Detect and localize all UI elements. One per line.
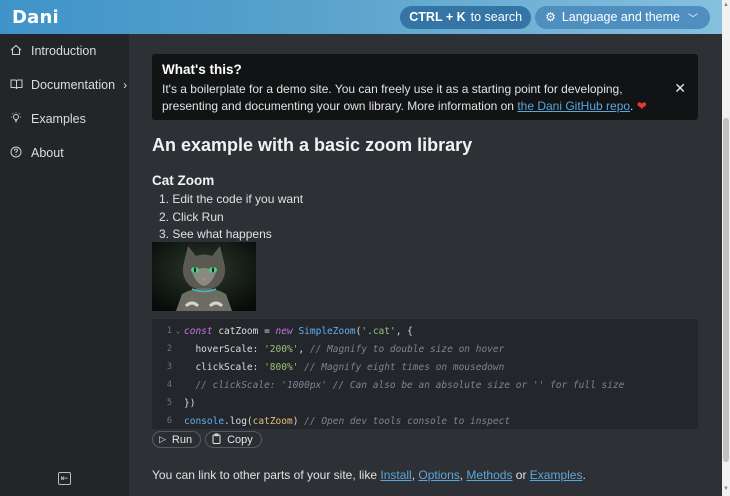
book-icon [9, 78, 23, 93]
sidebar-item-introduction[interactable]: Introduction [0, 34, 129, 68]
section-heading: Cat Zoom [152, 173, 215, 188]
chevron-down-icon: ﹀ [688, 13, 698, 25]
gear-icon: ⚙ [545, 10, 556, 24]
code-line[interactable]: 3 clickScale: '800%' // Magnify eight ti… [152, 358, 698, 376]
sidebar-item-label: About [31, 146, 64, 160]
line-number: 2 [166, 344, 172, 354]
sidebar-item-label: Examples [31, 112, 86, 126]
methods-link[interactable]: Methods [466, 468, 512, 482]
code-line[interactable]: 2 hoverScale: '200%', // Magnify to doub… [152, 340, 698, 358]
install-link[interactable]: Install [380, 468, 411, 482]
code-token: catZoom [252, 415, 293, 427]
chevron-right-icon: › [123, 78, 128, 92]
code-token: const [184, 325, 213, 337]
sidebar: Introduction Documentation › Examples Ab… [0, 34, 129, 496]
list-item: 3. See what happens [159, 227, 272, 241]
collapse-sidebar-icon[interactable]: ⇤ [58, 472, 71, 485]
code-editor[interactable]: 1 ⌄ const catZoom = new SimpleZoom('.cat',… [152, 318, 698, 429]
code-token: .log( [224, 415, 253, 427]
code-token: SimpleZoom [298, 325, 356, 337]
search-label: to search [470, 10, 523, 24]
heart-icon: ❤ [636, 99, 647, 113]
line-number: 3 [166, 362, 172, 372]
copy-label: Copy [227, 433, 253, 446]
info-notice: What's this? It's a boilerplate for a de… [152, 54, 698, 120]
code-line[interactable]: 1 ⌄ const catZoom = new SimpleZoom('.cat',… [152, 322, 698, 340]
code-token: // Magnify to double size on hover [309, 343, 505, 355]
line-number: 6 [166, 416, 172, 426]
line-number: 1 [166, 326, 172, 336]
code-line[interactable]: 6 console .log(catZoom) // Open dev tools … [152, 412, 698, 430]
sidebar-item-label: Introduction [31, 44, 97, 58]
sidebar-item-about[interactable]: About [0, 136, 129, 170]
footer-sep: or [512, 468, 530, 482]
home-icon [9, 44, 23, 59]
notice-title: What's this? [162, 62, 242, 77]
language-theme-label: Language and theme [561, 10, 680, 24]
code-token: // Open dev tools console to inspect [304, 415, 511, 427]
github-repo-link[interactable]: the Dani GitHub repo [517, 99, 630, 113]
search-shortcut: CTRL + K [409, 10, 466, 24]
code-line[interactable]: 5}) [152, 394, 698, 412]
examples-link[interactable]: Examples [530, 468, 583, 482]
close-icon[interactable]: ✕ [674, 80, 686, 97]
copy-button[interactable]: Copy [205, 431, 262, 448]
sidebar-item-label: Documentation [31, 78, 116, 92]
code-token: new [275, 325, 293, 337]
code-token: '.cat' [361, 325, 396, 337]
footer-text-end: . [582, 468, 586, 482]
code-token: , { [395, 325, 413, 337]
code-token: }) [184, 397, 196, 409]
code-token: console [184, 415, 225, 427]
list-item: 2. Click Run [159, 209, 224, 224]
scroll-down-icon[interactable]: ▼ [723, 486, 729, 492]
fold-chevron-icon[interactable]: ⌄ [176, 327, 184, 335]
page-heading: An example with a basic zoom library [152, 135, 473, 155]
notice-text: It's a boilerplate for a demo site. You … [162, 81, 662, 115]
code-actions: ▷ Run Copy [152, 431, 262, 448]
list-item: 1. Edit the code if you want [159, 192, 304, 206]
code-token: '200%' [264, 343, 299, 355]
clipboard-icon [212, 433, 221, 446]
code-token: '800%' [264, 361, 299, 373]
sidebar-item-documentation[interactable]: Documentation › [0, 68, 129, 102]
code-token: // Magnify eight times on mousedown [304, 361, 505, 373]
run-label: Run [171, 433, 193, 446]
scrollbar-thumb[interactable] [723, 118, 729, 462]
steps-list: 1. Edit the code if you want 2. Click Ru… [159, 191, 303, 244]
language-theme-button[interactable]: ⚙ Language and theme ﹀ [535, 5, 710, 29]
sidebar-item-examples[interactable]: Examples [0, 102, 129, 136]
footer-text-body: You can link to other parts of your site… [152, 468, 381, 482]
line-number: 4 [166, 380, 172, 390]
code-token: hoverScale: [184, 343, 265, 355]
play-icon: ▷ [159, 434, 166, 444]
code-token: , [298, 343, 310, 355]
bulb-icon [9, 112, 23, 127]
code-token: ) [292, 415, 305, 427]
code-token: // clickScale: '1000px' // Can also be a… [184, 379, 625, 391]
scroll-up-icon[interactable]: ▲ [723, 2, 729, 8]
notice-text-end: . [630, 99, 634, 113]
code-token: catZoom = [212, 325, 276, 337]
top-bar: Dani CTRL + K to search ⚙ Language and t… [0, 0, 722, 34]
run-button[interactable]: ▷ Run [152, 431, 202, 448]
site-brand[interactable]: Dani [12, 7, 59, 28]
search-button[interactable]: CTRL + K to search [400, 5, 532, 29]
code-token: clickScale: [184, 361, 265, 373]
cat-image[interactable] [152, 242, 256, 311]
line-number: 5 [166, 398, 172, 408]
options-link[interactable]: Options [418, 468, 459, 482]
question-icon [9, 146, 23, 161]
code-line[interactable]: 4 // clickScale: '1000px' // Can also be… [152, 376, 698, 394]
footer-text: You can link to other parts of your site… [152, 468, 586, 482]
